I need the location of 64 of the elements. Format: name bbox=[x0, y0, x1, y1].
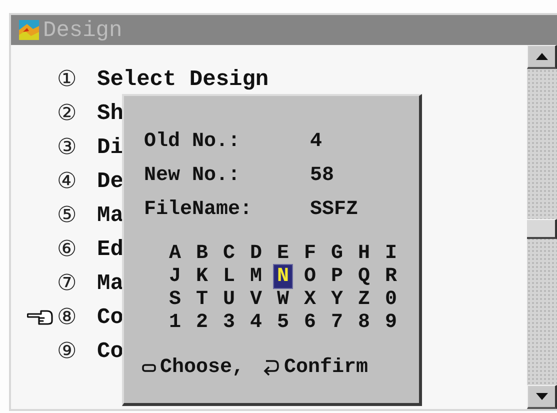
character-key[interactable]: V bbox=[247, 288, 265, 311]
up-arrow-icon bbox=[536, 53, 548, 60]
menu-item[interactable]: ① Select Design bbox=[21, 65, 269, 93]
character-key[interactable]: 9 bbox=[382, 311, 400, 334]
character-key[interactable]: N bbox=[274, 265, 292, 288]
character-key[interactable]: 3 bbox=[220, 311, 238, 334]
character-key[interactable]: S bbox=[166, 288, 184, 311]
character-key[interactable]: W bbox=[274, 288, 292, 311]
menu-item[interactable]: ④ De bbox=[21, 167, 124, 195]
character-key[interactable]: B bbox=[193, 242, 211, 265]
character-key[interactable]: L bbox=[220, 265, 238, 288]
character-key[interactable]: E bbox=[274, 242, 292, 265]
character-key[interactable]: 2 bbox=[193, 311, 211, 334]
scroll-up-button[interactable] bbox=[527, 45, 557, 69]
down-arrow-icon bbox=[536, 393, 548, 400]
character-key[interactable]: Y bbox=[328, 288, 346, 311]
character-key[interactable]: P bbox=[328, 265, 346, 288]
menu-item[interactable]: ⑦ Ma bbox=[21, 269, 124, 297]
character-key[interactable]: 6 bbox=[301, 311, 319, 334]
character-key[interactable]: R bbox=[382, 265, 400, 288]
character-key[interactable]: 7 bbox=[328, 311, 346, 334]
character-key[interactable]: G bbox=[328, 242, 346, 265]
field-label: FileName: bbox=[144, 198, 254, 220]
character-key[interactable]: 0 bbox=[382, 288, 400, 311]
window-title: Design bbox=[43, 18, 122, 42]
character-key[interactable]: M bbox=[247, 265, 265, 288]
menu-item[interactable]: ⑤ Ma bbox=[21, 201, 124, 229]
character-key[interactable]: 4 bbox=[247, 311, 265, 334]
character-key[interactable]: Z bbox=[355, 288, 373, 311]
character-key[interactable]: 8 bbox=[355, 311, 373, 334]
menu-item[interactable]: ⑨ Co bbox=[21, 337, 124, 365]
character-key[interactable]: H bbox=[355, 242, 373, 265]
confirm-hint: Confirm bbox=[284, 356, 368, 379]
menu-item[interactable]: ② Sh bbox=[21, 99, 124, 127]
character-key[interactable]: O bbox=[301, 265, 319, 288]
field-label: Old No.: bbox=[144, 130, 242, 152]
menu-item[interactable]: ⑧ Co bbox=[21, 303, 124, 331]
field-value: 4 bbox=[310, 130, 322, 152]
character-key[interactable]: 1 bbox=[166, 311, 184, 334]
character-key[interactable]: A bbox=[166, 242, 184, 265]
menu-item[interactable]: ⑥ Ed bbox=[21, 235, 124, 263]
field-value: 58 bbox=[310, 164, 334, 186]
character-key[interactable]: F bbox=[301, 242, 319, 265]
character-key[interactable]: Q bbox=[355, 265, 373, 288]
app-icon bbox=[19, 20, 39, 40]
pointing-hand-icon bbox=[27, 309, 53, 325]
character-key[interactable]: T bbox=[193, 288, 211, 311]
character-key[interactable]: X bbox=[301, 288, 319, 311]
character-key[interactable]: D bbox=[247, 242, 265, 265]
enter-key-icon bbox=[262, 358, 280, 378]
dash-key-icon bbox=[142, 364, 156, 372]
character-key[interactable]: K bbox=[193, 265, 211, 288]
choose-hint: Choose, bbox=[160, 356, 244, 379]
character-key[interactable]: C bbox=[220, 242, 238, 265]
menu-item[interactable]: ③ Di bbox=[21, 133, 124, 161]
character-key[interactable]: 5 bbox=[274, 311, 292, 334]
character-key[interactable]: U bbox=[220, 288, 238, 311]
field-value: SSFZ bbox=[310, 198, 358, 220]
scroll-thumb[interactable] bbox=[527, 219, 557, 239]
character-key[interactable]: J bbox=[166, 265, 184, 288]
character-key[interactable]: I bbox=[382, 242, 400, 265]
scroll-down-button[interactable] bbox=[527, 385, 557, 409]
field-label: New No.: bbox=[144, 164, 242, 186]
scrollbar[interactable] bbox=[527, 45, 557, 409]
